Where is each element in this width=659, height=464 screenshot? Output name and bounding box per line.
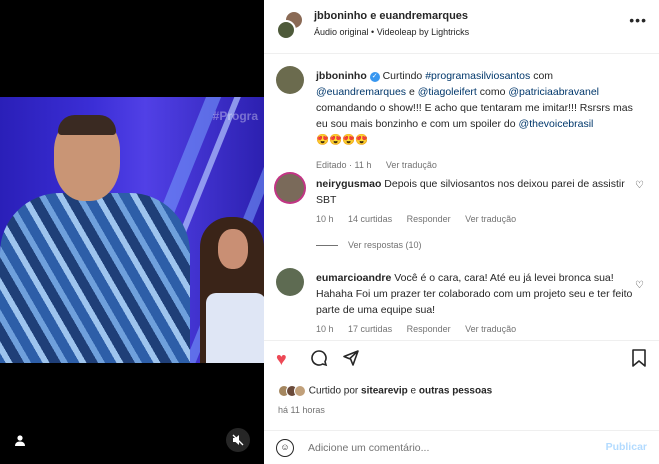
woman-top	[206, 293, 264, 363]
audio-info[interactable]: Áudio original • Videoleap by Lightricks	[314, 27, 469, 37]
man-shirt	[0, 193, 190, 363]
share-icon[interactable]	[342, 349, 360, 372]
post-side-panel: jbboninho e euandremarques Áudio origina…	[264, 0, 659, 464]
translate-link[interactable]: Ver tradução	[465, 324, 516, 334]
comment-icon[interactable]	[310, 349, 328, 372]
post-actions: ♥ Curtido por sitearevip e outras pessoa…	[264, 340, 659, 430]
comment-text: neirygusmao Depois que silviosantos nos …	[316, 176, 636, 208]
view-replies[interactable]: Ver respostas (10)	[316, 240, 422, 250]
caption-meta: Editado · 11 h Ver tradução	[316, 160, 449, 170]
caption-segment: Curtindo	[382, 70, 423, 82]
video-panel[interactable]: #Progra	[0, 0, 264, 464]
woman-face	[218, 229, 248, 269]
comment-meta: 10 h 17 curtidas Responder Ver tradução	[316, 324, 528, 334]
collab-avatars[interactable]	[276, 10, 304, 40]
comment-input[interactable]	[308, 439, 588, 457]
caption-emojis: 😍😍😍😍	[316, 134, 369, 146]
replies-divider	[316, 245, 338, 247]
user-tag-icon[interactable]	[8, 428, 32, 452]
mute-icon[interactable]	[226, 428, 250, 452]
reply-button[interactable]: Responder	[407, 214, 451, 224]
bookmark-icon[interactable]	[631, 349, 647, 372]
instagram-post-modal: #Progra jbboninho e euandremarques Áudio…	[0, 0, 659, 464]
reply-button[interactable]: Responder	[407, 324, 451, 334]
liked-by-prefix: Curtido por	[308, 385, 359, 397]
video-frame[interactable]: #Progra	[0, 97, 264, 363]
emoji-icon[interactable]: ☺	[276, 439, 294, 457]
liked-by-user[interactable]: sitearevip	[361, 386, 408, 397]
translate-link[interactable]: Ver tradução	[465, 214, 516, 224]
hashtag-link[interactable]: #programasilviosantos	[425, 70, 530, 82]
liked-by-others[interactable]: outras pessoas	[419, 386, 492, 397]
comment-time: 10 h	[316, 324, 334, 334]
caption-text: jbboninho ✓ Curtindo #programasilviosant…	[316, 68, 636, 148]
mention-link[interactable]: @thevoicebrasil	[519, 118, 594, 130]
mention-link[interactable]: @euandremarques	[316, 86, 406, 98]
liked-by-conj: e	[410, 385, 417, 397]
man-hair	[58, 115, 116, 135]
comment-text: eumarcioandre Você é o cara, cara! Até e…	[316, 270, 636, 318]
avatar	[294, 385, 306, 397]
mention-link[interactable]: @tiagoleifert	[418, 86, 477, 98]
comment-likes[interactable]: 17 curtidas	[348, 324, 392, 334]
comment-meta: 10 h 14 curtidas Responder Ver tradução	[316, 214, 528, 224]
more-options-icon[interactable]: •••	[629, 12, 647, 28]
comment-time: 10 h	[316, 214, 334, 224]
verified-badge-icon: ✓	[369, 72, 380, 82]
caption-username[interactable]: jbboninho	[316, 70, 367, 82]
comment-likes[interactable]: 14 curtidas	[348, 214, 392, 224]
comment-like-heart-icon[interactable]: ♡	[635, 280, 644, 291]
liked-by[interactable]: Curtido por sitearevip e outras pessoas	[278, 385, 492, 397]
view-replies-label[interactable]: Ver respostas (10)	[348, 240, 422, 250]
comment-username[interactable]: neirygusmao	[316, 178, 381, 190]
translate-link[interactable]: Ver tradução	[386, 160, 437, 170]
avatar[interactable]	[276, 268, 304, 296]
add-comment-bar: ☺ Publicar	[264, 430, 659, 464]
publish-button[interactable]: Publicar	[606, 441, 647, 453]
avatar[interactable]	[276, 66, 304, 94]
post-timestamp[interactable]: há 11 horas	[278, 405, 325, 415]
post-authors[interactable]: jbboninho e euandremarques	[314, 10, 468, 22]
avatar[interactable]	[276, 20, 296, 40]
like-heart-icon[interactable]: ♥	[276, 349, 287, 370]
post-header: jbboninho e euandremarques Áudio origina…	[264, 0, 659, 54]
avatar[interactable]	[276, 174, 304, 202]
edited-time: Editado · 11 h	[316, 160, 372, 170]
comment-like-heart-icon[interactable]: ♡	[635, 180, 644, 191]
mention-link[interactable]: @patriciaabravanel	[508, 86, 599, 98]
caption-segment: com	[533, 70, 554, 82]
caption-segment: como	[479, 86, 506, 98]
comments-section[interactable]: jbboninho ✓ Curtindo #programasilviosant…	[264, 54, 659, 340]
caption-segment: e	[408, 86, 415, 98]
video-watermark: #Progra	[212, 109, 258, 123]
comment-username[interactable]: eumarcioandre	[316, 272, 391, 284]
